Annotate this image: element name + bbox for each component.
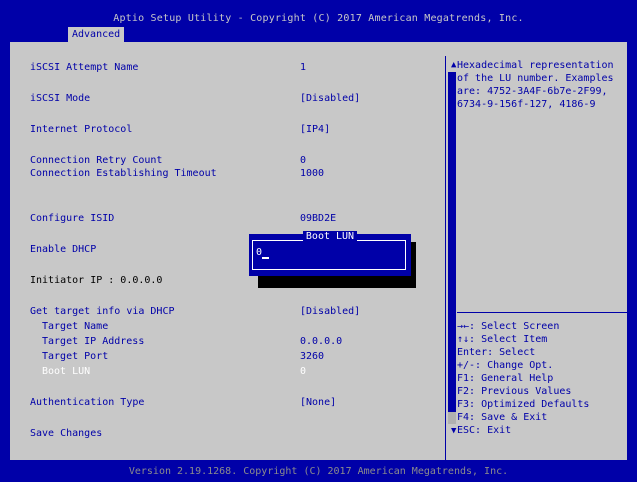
dialog-title: Boot LUN [249,231,411,242]
value-internet-protocol: [IP4] [300,124,331,135]
value-configure-isid: 09BD2E [300,213,337,224]
app-title: Aptio Setup Utility - Copyright (C) 2017… [113,13,524,24]
value-target-ip-address: 0.0.0.0 [300,336,343,347]
setting-internet-protocol[interactable]: Internet Protocol [30,124,132,135]
setting-connection-timeout[interactable]: Connection Establishing Timeout [30,168,217,179]
footer-version: Version 2.19.1268. Copyright (C) 2017 Am… [128,466,509,477]
value-get-target-info-dhcp: [Disabled] [300,306,361,317]
setting-target-port[interactable]: Target Port [42,351,108,362]
boot-lun-input[interactable]: 0 [256,246,276,260]
value-target-port: 3260 [300,351,325,362]
panel-divider [445,56,446,462]
key-change-opt: +/-: Change Opt. [457,360,554,371]
setting-target-ip-address[interactable]: Target IP Address [42,336,144,347]
setting-target-name[interactable]: Target Name [42,321,108,332]
value-authentication-type: [None] [300,397,337,408]
key-save-exit: F4: Save & Exit [457,412,548,423]
value-connection-retry-count: 0 [300,155,307,166]
value-iscsi-attempt-name: 1 [300,62,307,73]
setting-authentication-type[interactable]: Authentication Type [30,397,144,408]
help-divider [457,312,627,313]
key-general-help: F1: General Help [457,373,554,384]
value-iscsi-mode: [Disabled] [300,93,361,104]
key-enter-select: Enter: Select [457,347,536,358]
text-cursor [262,257,270,259]
key-previous-values: F2: Previous Values [457,386,572,397]
scrollbar-thumb[interactable] [448,72,456,412]
setting-connection-retry-count[interactable]: Connection Retry Count [30,155,162,166]
header-bar: Aptio Setup Utility - Copyright (C) 2017… [0,0,637,42]
setting-get-target-info-dhcp[interactable]: Get target info via DHCP [30,306,175,317]
key-esc-exit: ESC: Exit [457,425,512,436]
value-connection-timeout: 1000 [300,168,325,179]
setting-boot-lun[interactable]: Boot LUN [42,366,90,377]
key-optimized-defaults: F3: Optimized Defaults [457,399,590,410]
help-text: Hexadecimal representation of the LU num… [457,60,614,110]
key-select-item: ↑↓: Select Item [457,334,548,345]
setting-iscsi-mode[interactable]: iSCSI Mode [30,93,90,104]
setting-save-changes[interactable]: Save Changes [30,428,102,439]
setting-iscsi-attempt-name[interactable]: iSCSI Attempt Name [30,62,138,73]
setting-configure-isid[interactable]: Configure ISID [30,213,114,224]
tab-advanced[interactable]: Advanced [68,27,125,42]
value-boot-lun: 0 [300,366,307,377]
key-legend: →←: Select Screen ↑↓: Select Item Enter:… [457,320,627,437]
initiator-ip-label: Initiator IP : 0.0.0.0 [30,275,163,286]
key-select-screen: →←: Select Screen [457,321,560,332]
dialog-title-text: Boot LUN [302,231,358,242]
setting-enable-dhcp[interactable]: Enable DHCP [30,244,96,255]
